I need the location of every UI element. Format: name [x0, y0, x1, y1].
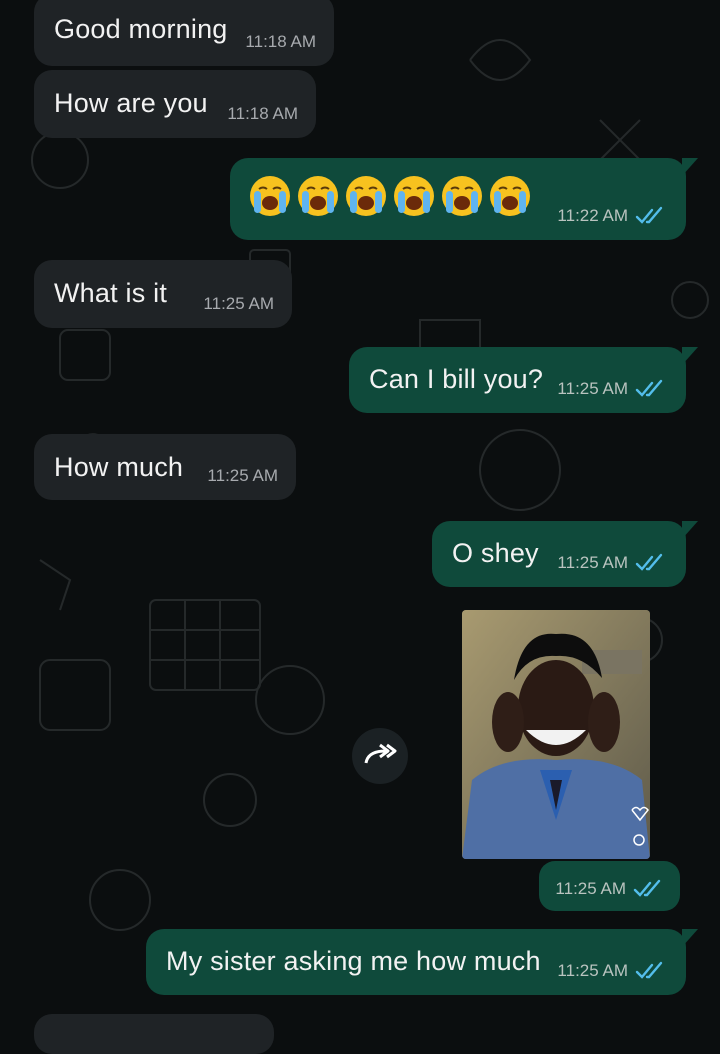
incoming-message[interactable]: What is it 11:25 AM	[34, 260, 292, 328]
message-time: 11:25 AM	[203, 294, 274, 314]
photo-message[interactable]	[462, 610, 650, 859]
loudly-crying-face-icon	[250, 176, 290, 216]
read-receipt-icon	[635, 553, 663, 571]
incoming-message[interactable]	[34, 1014, 274, 1054]
timestamp: 11:22 AM	[557, 206, 628, 225]
read-receipt-icon	[635, 961, 663, 979]
outgoing-message[interactable]: 11:22 AM	[230, 158, 698, 240]
outgoing-message[interactable]: My sister asking me how much 11:25 AM	[146, 929, 698, 995]
message-text: What is it	[54, 278, 168, 308]
loudly-crying-face-icon	[394, 176, 434, 216]
timestamp: 11:25 AM	[555, 879, 626, 898]
message-time: 11:25 AM	[557, 961, 668, 981]
timestamp: 11:25 AM	[557, 961, 628, 980]
message-time: 11:18 AM	[227, 104, 298, 124]
photo-image	[462, 610, 650, 859]
timestamp: 11:25 AM	[557, 553, 628, 572]
timestamp: 11:25 AM	[207, 466, 278, 485]
loudly-crying-face-icon	[298, 176, 338, 216]
incoming-message[interactable]: Good morning 11:18 AM	[34, 0, 334, 66]
message-time: 11:25 AM	[555, 879, 666, 899]
outgoing-message[interactable]: Can I bill you? 11:25 AM	[349, 347, 698, 413]
outgoing-message-time-bubble[interactable]: 11:25 AM	[539, 861, 680, 911]
emoji-row	[248, 174, 532, 218]
forward-icon	[364, 743, 397, 764]
incoming-message[interactable]: How are you 11:18 AM	[34, 70, 316, 138]
timestamp: 11:18 AM	[227, 104, 298, 123]
loudly-crying-face-icon	[442, 176, 482, 216]
outgoing-message[interactable]: O shey 11:25 AM	[432, 521, 698, 587]
message-text: O shey	[452, 538, 539, 568]
incoming-message[interactable]: How much 11:25 AM	[34, 434, 296, 500]
message-text: My sister asking me how much	[166, 946, 541, 976]
message-text: How much	[54, 452, 184, 482]
timestamp: 11:18 AM	[245, 32, 316, 51]
loudly-crying-face-icon	[490, 176, 530, 216]
read-receipt-icon	[633, 879, 661, 897]
message-text: Can I bill you?	[369, 364, 544, 394]
read-receipt-icon	[635, 379, 663, 397]
message-time: 11:25 AM	[557, 379, 668, 399]
message-text: Good morning	[54, 14, 228, 44]
message-text: How are you	[54, 88, 208, 118]
read-receipt-icon	[635, 206, 663, 224]
forward-button[interactable]	[352, 728, 408, 784]
message-time: 11:25 AM	[557, 553, 668, 573]
message-time: 11:22 AM	[557, 206, 668, 226]
timestamp: 11:25 AM	[557, 379, 628, 398]
timestamp: 11:25 AM	[203, 294, 274, 313]
message-time: 11:25 AM	[207, 466, 278, 486]
message-time: 11:18 AM	[245, 32, 316, 52]
loudly-crying-face-icon	[346, 176, 386, 216]
